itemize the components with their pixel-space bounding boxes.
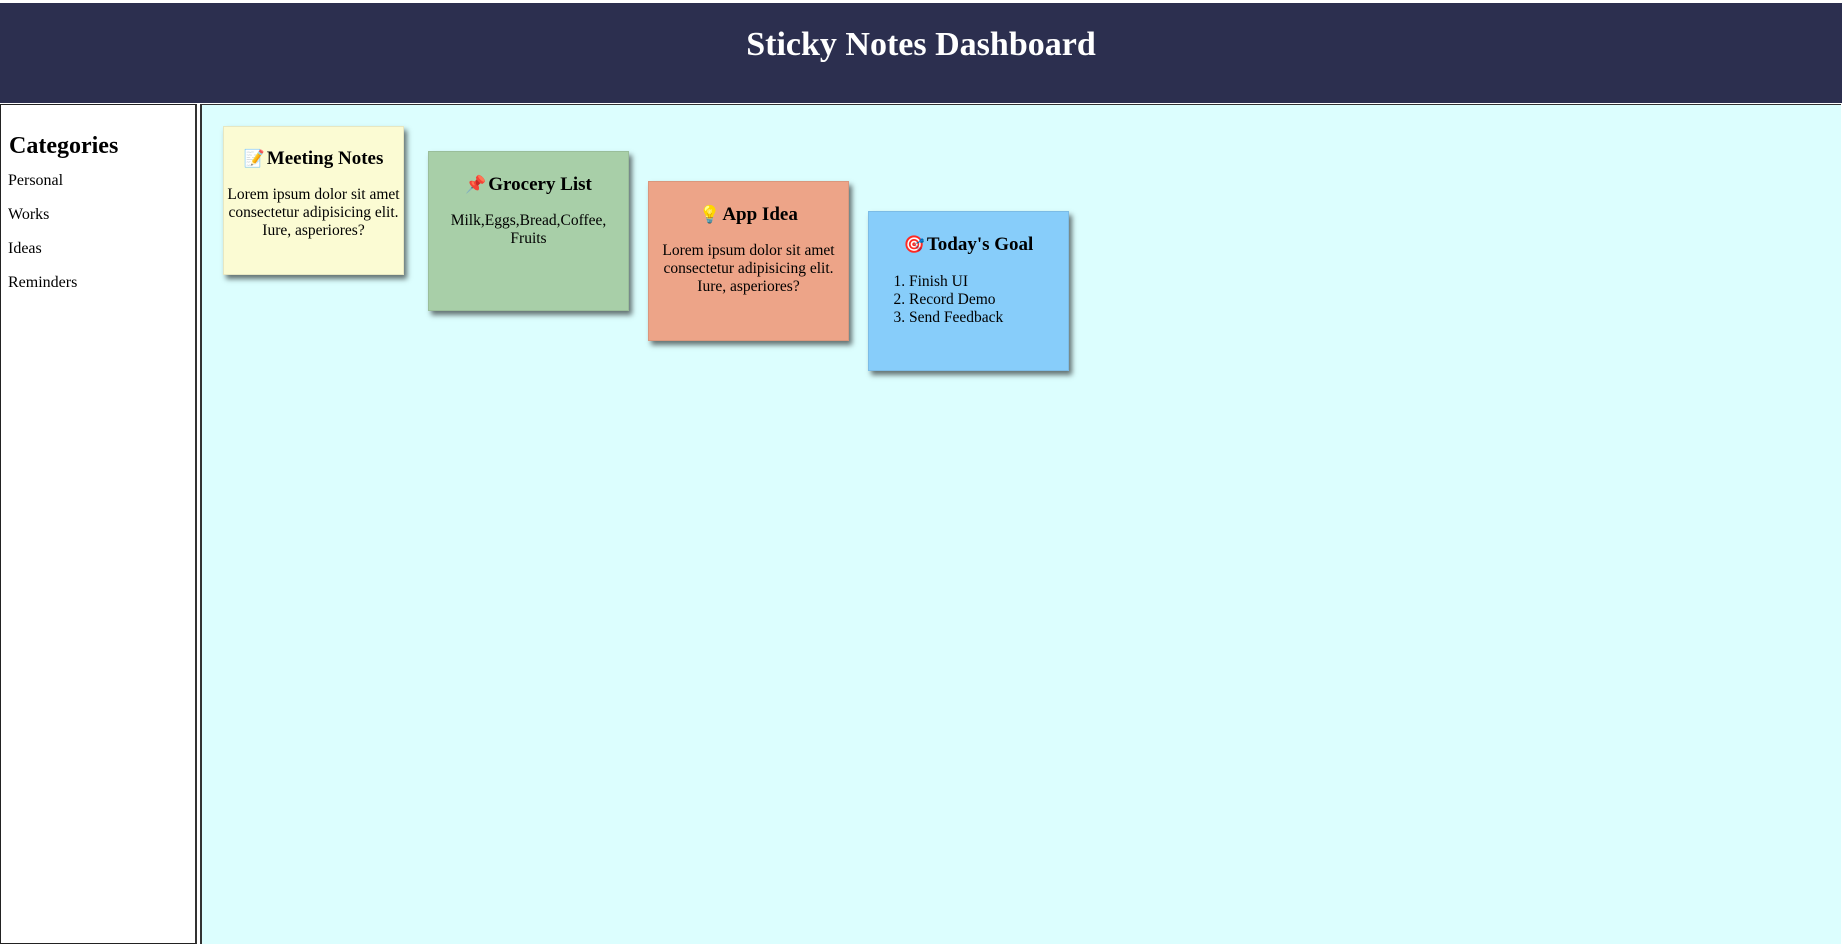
note-todays-goal[interactable]: 🎯 Today's Goal Finish UI Record Demo Sen… <box>868 211 1069 371</box>
sidebar-item-works[interactable]: Works <box>8 206 195 240</box>
category-list: Personal Works Ideas Reminders <box>1 172 195 308</box>
note-title-text: Meeting Notes <box>266 148 384 169</box>
target-icon: 🎯 <box>903 235 925 255</box>
note-title: 🎯 Today's Goal <box>869 234 1068 256</box>
note-title: 📌 Grocery List <box>429 174 628 196</box>
list-item: Record Demo <box>909 291 1068 309</box>
page-title: Sticky Notes Dashboard <box>746 26 1096 63</box>
note-title: 📝 Meeting Notes <box>224 148 403 170</box>
sidebar-heading: Categories <box>9 133 119 159</box>
note-title-text: Today's Goal <box>926 234 1034 255</box>
note-grocery-list[interactable]: 📌 Grocery List Milk,Eggs,Bread,Coffee, F… <box>428 151 629 311</box>
header-bar: Sticky Notes Dashboard <box>0 3 1842 103</box>
note-body: Lorem ipsum dolor sit amet consectetur a… <box>227 186 400 239</box>
list-item: Send Feedback <box>909 309 1068 327</box>
memo-icon: 📝 <box>243 149 265 169</box>
note-title: 💡 App Idea <box>649 204 848 226</box>
pushpin-icon: 📌 <box>465 175 487 195</box>
note-title-text: App Idea <box>722 204 798 225</box>
goal-list: Finish UI Record Demo Send Feedback <box>869 273 1068 327</box>
lightbulb-icon: 💡 <box>699 205 721 225</box>
sidebar-item-personal[interactable]: Personal <box>8 172 195 206</box>
note-app-idea[interactable]: 💡 App Idea Lorem ipsum dolor sit amet co… <box>648 181 849 341</box>
list-item: Finish UI <box>909 273 1068 291</box>
note-body: Lorem ipsum dolor sit amet consectetur a… <box>662 242 835 295</box>
notes-board: 📝 Meeting Notes Lorem ipsum dolor sit am… <box>200 104 1841 944</box>
note-meeting-notes[interactable]: 📝 Meeting Notes Lorem ipsum dolor sit am… <box>223 126 404 275</box>
note-title-text: Grocery List <box>488 174 592 195</box>
sidebar-item-ideas[interactable]: Ideas <box>8 240 195 274</box>
note-body: Milk,Eggs,Bread,Coffee, Fruits <box>450 212 607 247</box>
sidebar: Categories Personal Works Ideas Reminder… <box>0 104 197 944</box>
sidebar-item-reminders[interactable]: Reminders <box>8 274 195 308</box>
